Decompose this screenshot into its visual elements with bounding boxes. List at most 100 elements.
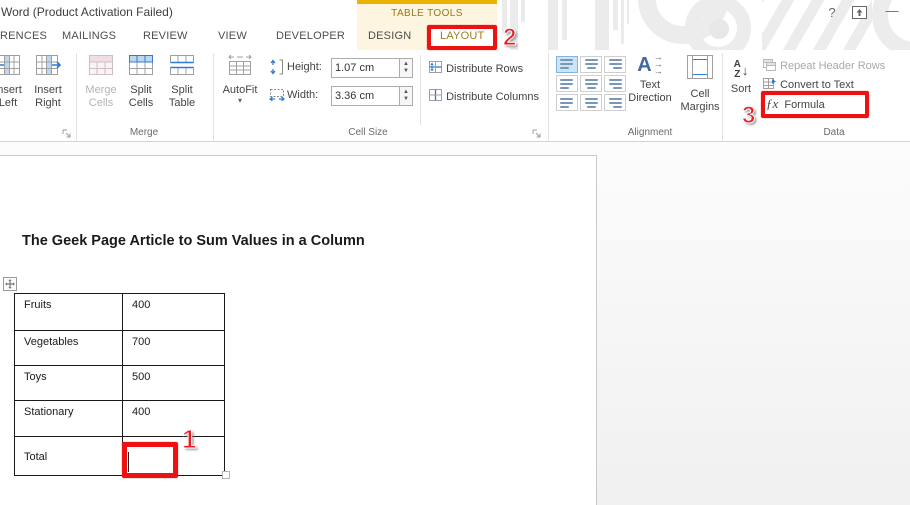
spin-down-icon[interactable]: ▼ <box>403 68 409 75</box>
document-canvas: The Geek Page Article to Sum Values in a… <box>0 142 910 505</box>
distribute-columns-label: Distribute Columns <box>446 91 539 103</box>
autofit-button[interactable]: AutoFit ▾ <box>218 54 262 105</box>
distribute-rows-icon <box>428 60 443 77</box>
split-table-button[interactable]: Split Table <box>160 54 204 110</box>
rows-columns-dialog-launcher[interactable] <box>62 127 73 138</box>
table-cell-category[interactable]: Stationary <box>14 400 123 437</box>
spin-up-icon[interactable]: ▲ <box>403 61 409 68</box>
align-bottom-left-button[interactable] <box>556 94 578 111</box>
help-button[interactable]: ? <box>824 5 840 20</box>
word-window: Word (Product Activation Failed) ? — TAB… <box>0 0 910 505</box>
table-cell-value[interactable]: 400 <box>122 400 225 437</box>
row-height-spinner[interactable]: ▲ ▼ <box>400 58 413 78</box>
align-center-button[interactable] <box>580 75 602 92</box>
width-field-label: Width: <box>287 89 319 101</box>
text-direction-button[interactable]: A → → → Text Direction <box>626 52 674 105</box>
cell-size-inner-separator <box>420 55 421 125</box>
table-tools-gold-bar <box>357 0 497 4</box>
table-row: Stationary 400 <box>14 400 225 437</box>
table-cell-total-value[interactable] <box>122 436 225 476</box>
align-center-left-button[interactable] <box>556 75 578 92</box>
tab-design[interactable]: DESIGN <box>368 30 411 42</box>
split-table-label: Split Table <box>168 84 196 109</box>
split-table-icon <box>169 55 195 80</box>
align-top-right-button[interactable] <box>604 56 626 73</box>
repeat-header-rows-icon <box>762 58 777 74</box>
formula-label: Formula <box>784 99 825 111</box>
formula-button[interactable]: ƒx Formula <box>766 96 825 111</box>
deco-bar <box>627 0 629 24</box>
spin-down-icon[interactable]: ▼ <box>403 96 409 103</box>
text-direction-icon: A → → → <box>637 52 663 76</box>
split-cells-button[interactable]: Split Cells <box>119 54 163 110</box>
table-cell-category[interactable]: Toys <box>14 365 123 401</box>
autofit-dropdown-arrow: ▾ <box>237 96 242 105</box>
table-cell-value[interactable]: 500 <box>122 365 225 401</box>
merge-cells-button: Merge Cells <box>79 54 123 110</box>
table-cell-category[interactable]: Vegetables <box>14 330 123 366</box>
ribbon-display-options-icon[interactable] <box>852 6 867 24</box>
split-cells-label: Split Cells <box>128 84 154 109</box>
ribbon-tab-row: RENCES MAILINGS REVIEW VIEW DEVELOPER DE… <box>0 27 910 50</box>
document-heading: The Geek Page Article to Sum Values in a… <box>22 233 365 249</box>
tab-mailings[interactable]: MAILINGS <box>62 30 116 42</box>
sort-icon: AZ ↓ <box>733 59 749 80</box>
autofit-icon <box>227 54 253 80</box>
column-width-spinner[interactable]: ▲ ▼ <box>400 86 413 106</box>
table-tools-header: TABLE TOOLS <box>391 8 463 19</box>
tab-layout[interactable]: LAYOUT <box>440 30 484 42</box>
table-cell-total-label[interactable]: Total <box>14 436 123 476</box>
text-cursor <box>128 452 129 472</box>
table-resize-handle[interactable] <box>222 471 230 479</box>
insert-right-button[interactable]: Insert Right <box>26 54 70 110</box>
convert-to-text-icon <box>762 77 777 93</box>
table-cell-value[interactable]: 400 <box>122 293 225 331</box>
align-center-right-button[interactable] <box>604 75 626 92</box>
merge-cells-icon <box>88 55 114 80</box>
insert-right-label: Insert Right <box>34 84 62 109</box>
data-table: Fruits 400 Vegetables 700 Toys 500 Stati… <box>14 293 225 476</box>
cell-margins-icon <box>686 55 714 84</box>
insert-left-icon <box>0 55 21 80</box>
merge-group-label: Merge <box>129 127 159 138</box>
split-cells-icon <box>128 55 154 80</box>
distribute-rows-label: Distribute Rows <box>446 63 524 75</box>
text-direction-arrows: → → → <box>653 52 663 76</box>
minimize-button[interactable]: — <box>884 3 900 18</box>
align-top-left-button[interactable] <box>556 56 578 73</box>
data-group-label: Data <box>823 127 845 138</box>
align-bottom-right-button[interactable] <box>604 94 626 111</box>
insert-right-icon <box>35 55 62 80</box>
tab-view[interactable]: VIEW <box>218 30 247 42</box>
table-row: Vegetables 700 <box>14 330 225 366</box>
deco-bar <box>613 0 618 30</box>
spin-up-icon[interactable]: ▲ <box>403 89 409 96</box>
cell-size-dialog-launcher[interactable] <box>532 127 543 138</box>
align-bottom-center-button[interactable] <box>580 94 602 111</box>
table-row-height-icon <box>269 59 284 80</box>
tab-references[interactable]: RENCES <box>0 30 47 42</box>
table-row-total: Total <box>14 436 225 476</box>
table-cell-value[interactable]: 700 <box>122 330 225 366</box>
tab-review[interactable]: REVIEW <box>143 30 188 42</box>
cell-margins-button[interactable]: Cell Margins <box>676 54 724 114</box>
table-row: Fruits 400 <box>14 293 225 331</box>
merge-cells-label: Merge Cells <box>85 84 117 109</box>
table-row: Toys 500 <box>14 365 225 401</box>
align-top-center-button[interactable] <box>580 56 602 73</box>
alignment-group-label: Alignment <box>627 127 673 138</box>
table-cell-category[interactable]: Fruits <box>14 293 123 331</box>
ribbon-layout-tab: Insert Left Insert Right Merge Cells Spl… <box>0 50 910 174</box>
sort-button[interactable]: AZ ↓ Sort <box>724 54 758 96</box>
distribute-rows-button[interactable]: Distribute Rows <box>428 60 523 75</box>
text-direction-label: Text Direction <box>628 78 672 104</box>
distribute-columns-button[interactable]: Distribute Columns <box>428 88 539 103</box>
window-title: Word (Product Activation Failed) <box>1 5 173 19</box>
repeat-header-rows-label: Repeat Header Rows <box>780 60 886 72</box>
tab-developer[interactable]: DEVELOPER <box>276 30 345 42</box>
row-height-input[interactable] <box>331 58 400 78</box>
cell-size-group-label: Cell Size <box>348 127 388 138</box>
convert-to-text-button[interactable]: Convert to Text <box>762 77 854 92</box>
column-width-input[interactable] <box>331 86 400 106</box>
table-move-handle[interactable] <box>3 277 17 291</box>
